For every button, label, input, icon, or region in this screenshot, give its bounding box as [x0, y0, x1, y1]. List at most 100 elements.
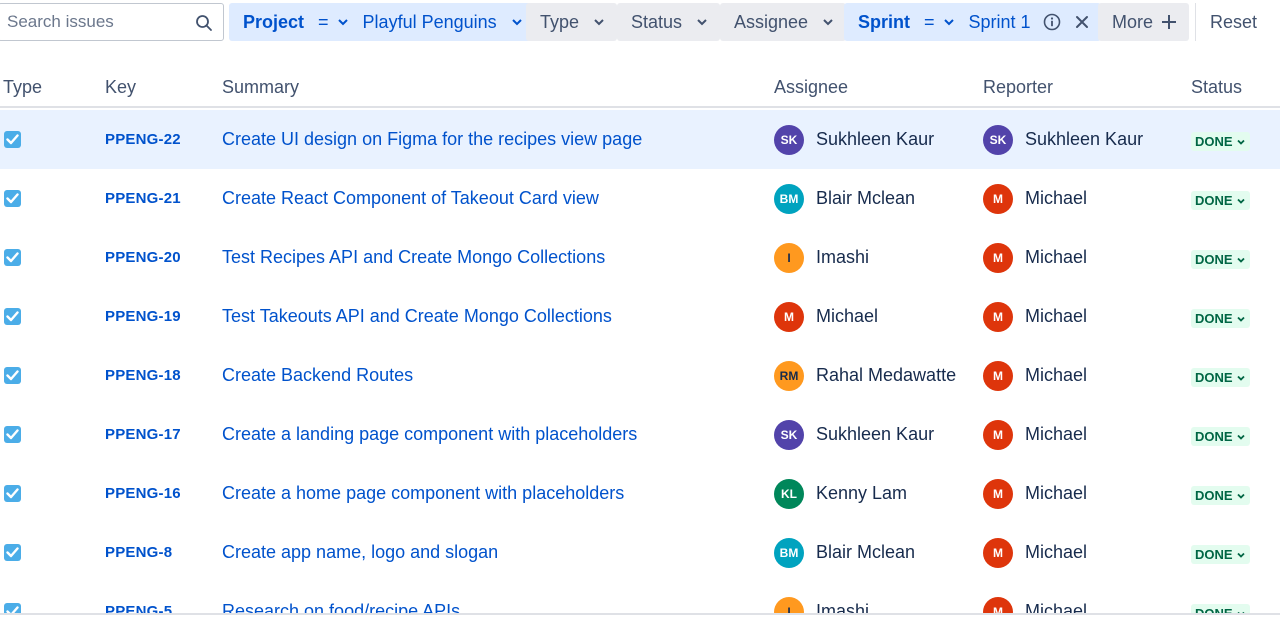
- issue-key-link[interactable]: PPENG-18: [105, 346, 181, 405]
- table-row[interactable]: PPENG-19 Test Takeouts API and Create Mo…: [0, 287, 1280, 346]
- status-lozenge[interactable]: DONE: [1191, 309, 1250, 328]
- type-cell: [4, 169, 21, 228]
- issue-key-link[interactable]: PPENG-22: [105, 110, 181, 169]
- column-header-status[interactable]: Status: [1191, 77, 1242, 98]
- table-row[interactable]: PPENG-21 Create React Component of Takeo…: [0, 169, 1280, 228]
- column-header-summary[interactable]: Summary: [222, 77, 299, 98]
- chevron-down-icon[interactable]: [337, 16, 349, 28]
- issue-key-link[interactable]: PPENG-17: [105, 405, 181, 464]
- task-checkbox-icon: [4, 426, 21, 443]
- issue-key-link[interactable]: PPENG-21: [105, 169, 181, 228]
- assignee-cell[interactable]: BM Blair Mclean: [774, 523, 915, 582]
- column-header-reporter[interactable]: Reporter: [983, 77, 1053, 98]
- issue-summary-link[interactable]: Test Takeouts API and Create Mongo Colle…: [222, 287, 612, 346]
- reporter-cell[interactable]: M Michael: [983, 169, 1087, 228]
- issue-summary-link[interactable]: Create UI design on Figma for the recipe…: [222, 110, 642, 169]
- issue-summary-link[interactable]: Create Backend Routes: [222, 346, 413, 405]
- assignee-name: Rahal Medawatte: [816, 365, 957, 385]
- reporter-name: Michael: [1025, 306, 1088, 326]
- chevron-down-icon[interactable]: [511, 16, 523, 28]
- table-row[interactable]: PPENG-18 Create Backend Routes RM Rahal …: [0, 346, 1280, 405]
- issue-key-link[interactable]: PPENG-8: [105, 523, 172, 582]
- search-icon[interactable]: [195, 14, 213, 32]
- assignee-cell[interactable]: RM Rahal Medawatte: [774, 346, 956, 405]
- reporter-name: Sukhleen Kaur: [1025, 129, 1144, 149]
- reporter-name: Michael: [1025, 542, 1088, 562]
- table-row[interactable]: PPENG-22 Create UI design on Figma for t…: [0, 110, 1280, 169]
- reporter-cell[interactable]: M Michael: [983, 228, 1087, 287]
- status-lozenge[interactable]: DONE: [1191, 191, 1250, 210]
- task-checkbox-icon: [4, 190, 21, 207]
- reporter-cell[interactable]: M Michael: [983, 523, 1087, 582]
- status-cell: DONE: [1191, 464, 1250, 523]
- assignee-name: Blair Mclean: [816, 542, 916, 562]
- assignee-filter[interactable]: Assignee: [720, 3, 847, 41]
- avatar: BM: [774, 183, 804, 214]
- table-row[interactable]: PPENG-16 Create a home page component wi…: [0, 464, 1280, 523]
- status-lozenge[interactable]: DONE: [1191, 486, 1250, 505]
- status-cell: DONE: [1191, 405, 1250, 464]
- table-row[interactable]: PPENG-8 Create app name, logo and slogan…: [0, 523, 1280, 582]
- reporter-cell[interactable]: M Michael: [983, 287, 1087, 346]
- column-header-key[interactable]: Key: [105, 77, 136, 98]
- avatar: RM: [774, 360, 804, 391]
- chevron-down-icon[interactable]: [943, 16, 955, 28]
- status-label: DONE: [1195, 193, 1233, 208]
- task-checkbox-icon: [4, 308, 21, 325]
- search-input[interactable]: [7, 4, 187, 40]
- chevron-down-icon: [697, 19, 707, 26]
- issue-summary-link[interactable]: Create React Component of Takeout Card v…: [222, 169, 599, 228]
- sprint-filter[interactable]: Sprint = Sprint 1: [844, 3, 1101, 41]
- status-lozenge[interactable]: DONE: [1191, 427, 1250, 446]
- issue-summary-link[interactable]: Test Recipes API and Create Mongo Collec…: [222, 228, 605, 287]
- reset-button[interactable]: Reset: [1210, 12, 1257, 33]
- issue-summary-link[interactable]: Create a landing page component with pla…: [222, 405, 637, 464]
- avatar: BM: [774, 537, 804, 568]
- assignee-cell[interactable]: KL Kenny Lam: [774, 464, 907, 523]
- column-header-assignee[interactable]: Assignee: [774, 77, 848, 98]
- issue-summary-link[interactable]: Create a home page component with placeh…: [222, 464, 624, 523]
- reporter-cell[interactable]: SK Sukhleen Kaur: [983, 110, 1143, 169]
- assignee-cell[interactable]: SK Sukhleen Kaur: [774, 110, 934, 169]
- table-header: Type Key Summary Assignee Reporter Statu…: [0, 64, 1280, 108]
- table-row[interactable]: PPENG-17 Create a landing page component…: [0, 405, 1280, 464]
- assignee-cell[interactable]: SK Sukhleen Kaur: [774, 405, 934, 464]
- status-lozenge[interactable]: DONE: [1191, 368, 1250, 387]
- issue-key-link[interactable]: PPENG-16: [105, 464, 181, 523]
- issue-summary-link[interactable]: Create app name, logo and slogan: [222, 523, 498, 582]
- status-lozenge[interactable]: DONE: [1191, 132, 1250, 151]
- project-filter[interactable]: Project = Playful Penguins: [229, 3, 535, 41]
- more-filters-button[interactable]: More: [1098, 3, 1190, 41]
- avatar: M: [983, 419, 1013, 450]
- assignee-cell[interactable]: I Imashi: [774, 228, 869, 287]
- chevron-down-icon: [1236, 316, 1245, 322]
- close-icon[interactable]: [1075, 15, 1089, 29]
- status-cell: DONE: [1191, 346, 1250, 405]
- avatar: M: [983, 537, 1013, 568]
- project-filter-operator[interactable]: =: [318, 12, 329, 33]
- reporter-name: Michael: [1025, 188, 1088, 208]
- assignee-cell[interactable]: BM Blair Mclean: [774, 169, 915, 228]
- sprint-filter-value[interactable]: Sprint 1: [969, 12, 1031, 33]
- status-filter-label: Status: [631, 11, 683, 32]
- type-filter[interactable]: Type: [526, 3, 618, 41]
- sprint-filter-operator[interactable]: =: [924, 12, 935, 33]
- reporter-cell[interactable]: M Michael: [983, 346, 1087, 405]
- avatar: I: [774, 242, 804, 273]
- info-icon[interactable]: [1043, 13, 1061, 31]
- assignee-name: Kenny Lam: [816, 483, 908, 503]
- column-header-type[interactable]: Type: [3, 77, 42, 98]
- project-filter-value[interactable]: Playful Penguins: [363, 12, 497, 33]
- status-label: DONE: [1195, 370, 1233, 385]
- search-box[interactable]: [0, 3, 224, 41]
- status-lozenge[interactable]: DONE: [1191, 250, 1250, 269]
- reporter-cell[interactable]: M Michael: [983, 405, 1087, 464]
- reporter-cell[interactable]: M Michael: [983, 464, 1087, 523]
- table-row[interactable]: PPENG-20 Test Recipes API and Create Mon…: [0, 228, 1280, 287]
- issue-key-link[interactable]: PPENG-19: [105, 287, 181, 346]
- assignee-cell[interactable]: M Michael: [774, 287, 878, 346]
- status-label: DONE: [1195, 252, 1233, 267]
- status-lozenge[interactable]: DONE: [1191, 545, 1250, 564]
- issue-key-link[interactable]: PPENG-20: [105, 228, 181, 287]
- status-filter[interactable]: Status: [617, 3, 721, 41]
